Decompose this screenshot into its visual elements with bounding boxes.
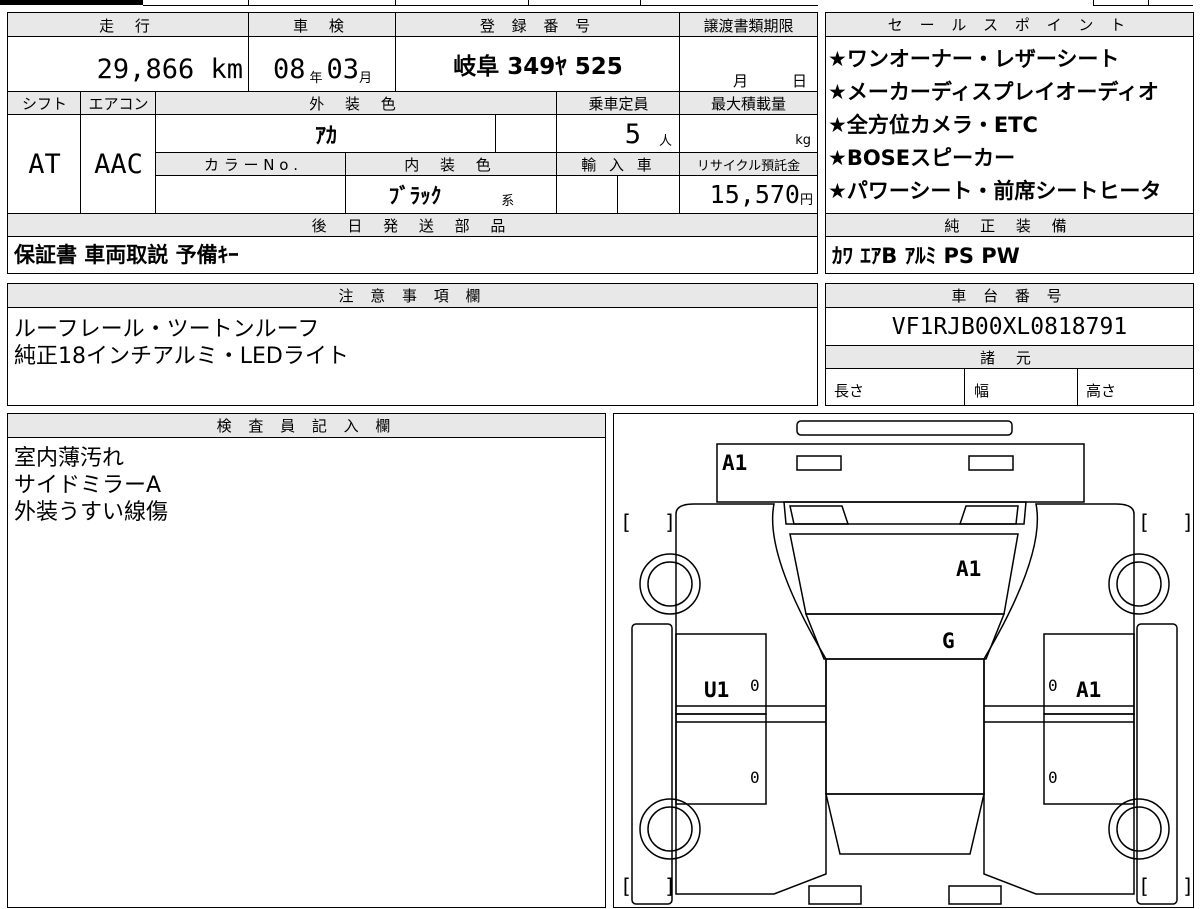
spec-length: 長さ: [834, 382, 865, 400]
bracket-close: ]: [664, 874, 677, 898]
vehicle-info-grid: 走 行 車 検 登 録 番 号 譲渡書類期限 29,866 km 08 年 03 月 …: [7, 12, 818, 274]
transfer-header: 譲渡書類期限: [703, 16, 794, 35]
sales-point: ★パワーシート・前席シートヒータ: [828, 179, 1162, 203]
inspector-panel: 検 査 員 記 入 欄 室内薄汚れ サイドミラーA 外装うすい線傷: [7, 413, 606, 908]
bracket-open: [: [1138, 510, 1151, 534]
bracket-open: [: [1138, 874, 1151, 898]
max-load-header: 最大積載量: [710, 94, 786, 113]
bracket-close: ]: [664, 510, 677, 534]
exterior-color-value: ｱｶ: [314, 124, 337, 149]
mark-glass: G: [942, 629, 955, 653]
aircon-value: AAC: [94, 148, 143, 180]
chassis-header: 車 台 番 号: [826, 284, 1193, 308]
max-load-value: kg: [795, 132, 811, 148]
mark-rear: A1: [722, 451, 748, 475]
mark-zero: 0: [1048, 768, 1058, 787]
car-outline: [631, 420, 1178, 905]
bracket-close: ]: [1182, 510, 1195, 534]
bracket-open: [: [620, 874, 633, 898]
bracket-open: [: [620, 510, 633, 534]
chassis-value: VF1RJB00XL0818791: [891, 313, 1128, 340]
inspection-header: 車 検: [293, 16, 352, 35]
exterior-color-header: 外 装 色: [309, 94, 404, 113]
inspector-line: 室内薄汚れ: [14, 446, 125, 471]
sales-points-panel: セ ー ル ス ポ イ ン ト ★ワンオーナー・レザーシート ★メーカーディスプ…: [825, 12, 1194, 274]
registration-header: 登 録 番 号: [479, 16, 597, 35]
inspector-line: 外装うすい線傷: [14, 500, 169, 525]
notes-header: 注 意 事 項 欄: [8, 284, 817, 308]
sales-point: ★BOSEスピーカー: [828, 146, 1016, 170]
shift-value: AT: [28, 148, 61, 180]
bracket-close: ]: [1182, 874, 1195, 898]
mark-right-door: A1: [1076, 678, 1102, 702]
top-strip: [0, 0, 1200, 7]
specs-header: 諸 元: [980, 348, 1039, 367]
mark-zero: 0: [750, 768, 760, 787]
recycle-value: 15,570 円: [709, 180, 813, 209]
sales-point: ★メーカーディスプレイオーディオ: [828, 80, 1159, 104]
sales-points-list: ★ワンオーナー・レザーシート ★メーカーディスプレイオーディオ ★全方位カメラ・…: [828, 43, 1161, 208]
spec-height: 高さ: [1086, 382, 1117, 400]
later-parts-value: 保証書 車両取説 予備ｷｰ: [14, 243, 239, 267]
mark-zero: 0: [750, 676, 760, 695]
notes-panel: 注 意 事 項 欄 ルーフレール・ツートンルーフ 純正18インチアルミ・LEDラ…: [7, 283, 818, 406]
note-line: 純正18インチアルミ・LEDライト: [14, 344, 349, 369]
equipment-value: ｶﾜ ｴｱB ｱﾙﾐ PS PW: [832, 244, 1020, 268]
interior-color-value: ﾌﾞﾗｯｸ系: [388, 183, 515, 210]
capacity-header: 乗車定員: [588, 94, 649, 113]
equipment-header: 純 正 装 備: [944, 216, 1075, 235]
note-line: ルーフレール・ツートンルーフ: [14, 317, 320, 342]
mark-left-door: U1: [704, 678, 730, 702]
color-no-header: カ ラ ー N o .: [203, 155, 298, 174]
capacity-value: 5人: [624, 118, 672, 150]
inspector-header: 検 査 員 記 入 欄: [8, 414, 605, 438]
later-parts-header: 後 日 発 送 部 品: [311, 216, 514, 235]
import-header: 輸 入 車: [581, 155, 656, 174]
recycle-header: リサイクル預託金: [696, 158, 801, 174]
chassis-panel: 車 台 番 号 VF1RJB00XL0818791 諸 元 長さ 幅 高さ: [825, 283, 1194, 406]
mark-roof: A1: [956, 557, 982, 581]
sales-point: ★全方位カメラ・ETC: [828, 113, 1038, 137]
mileage-header: 走 行: [99, 16, 158, 35]
aircon-header: エアコン: [88, 94, 149, 113]
interior-color-header: 内 装 色: [404, 155, 499, 174]
spec-width: 幅: [974, 382, 990, 400]
mark-zero: 0: [1048, 676, 1058, 695]
sales-point: ★ワンオーナー・レザーシート: [828, 47, 1120, 71]
registration-value: 岐阜 349ﾔ 525: [453, 54, 623, 80]
inspector-line: サイドミラーA: [14, 473, 162, 498]
shift-header: シフト: [21, 94, 67, 113]
car-damage-diagram: [ ] [ ] [ ] [ ] A1 A1 G U1 A1 0 0 0 0: [613, 413, 1194, 908]
sales-points-header: セ ー ル ス ポ イ ン ト: [826, 13, 1193, 37]
